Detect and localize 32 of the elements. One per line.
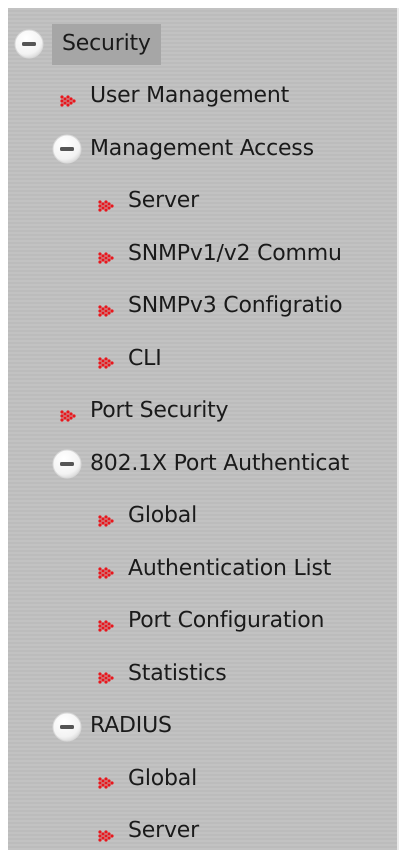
bullet-icon — [60, 94, 76, 107]
tree-item[interactable]: Port Security — [90, 391, 238, 432]
tree-item[interactable]: Global — [128, 496, 207, 538]
tree-item[interactable]: 802.1X Port Authenticat — [90, 444, 360, 485]
bullet-icon — [98, 777, 114, 790]
tree-item[interactable]: RADIUS — [90, 706, 182, 748]
tree-item[interactable]: SNMPv1/v2 Commu — [128, 234, 352, 275]
tree-item[interactable]: Port Configuration — [128, 601, 334, 642]
tree-item[interactable]: CLI — [128, 338, 172, 380]
bullet-icon — [98, 200, 114, 212]
tree-item[interactable]: SNMPv3 Configratio — [128, 286, 352, 328]
tree-item[interactable]: Server — [128, 811, 209, 850]
bullet-icon — [98, 830, 114, 842]
bullet-icon — [98, 252, 114, 264]
tree-item[interactable]: User Management — [90, 76, 300, 118]
tree-item[interactable]: Authentication List — [128, 548, 342, 590]
bullet-icon — [98, 304, 114, 317]
tree-item[interactable]: Security — [52, 24, 161, 65]
collapse-icon[interactable] — [52, 134, 82, 164]
collapse-icon[interactable] — [14, 29, 44, 60]
collapse-icon[interactable] — [52, 449, 82, 480]
tree-item[interactable]: Management Access — [90, 128, 324, 170]
bullet-icon — [98, 620, 114, 632]
tree-item[interactable]: Global — [128, 758, 207, 800]
bullet-icon — [98, 357, 114, 370]
bullet-icon — [98, 567, 114, 580]
tree-item[interactable]: Server — [128, 181, 209, 222]
tree-item[interactable]: Statistics — [128, 654, 237, 695]
bullet-icon — [98, 514, 114, 527]
bullet-icon — [98, 672, 114, 684]
bullet-icon — [60, 410, 76, 422]
collapse-icon[interactable] — [52, 712, 82, 742]
